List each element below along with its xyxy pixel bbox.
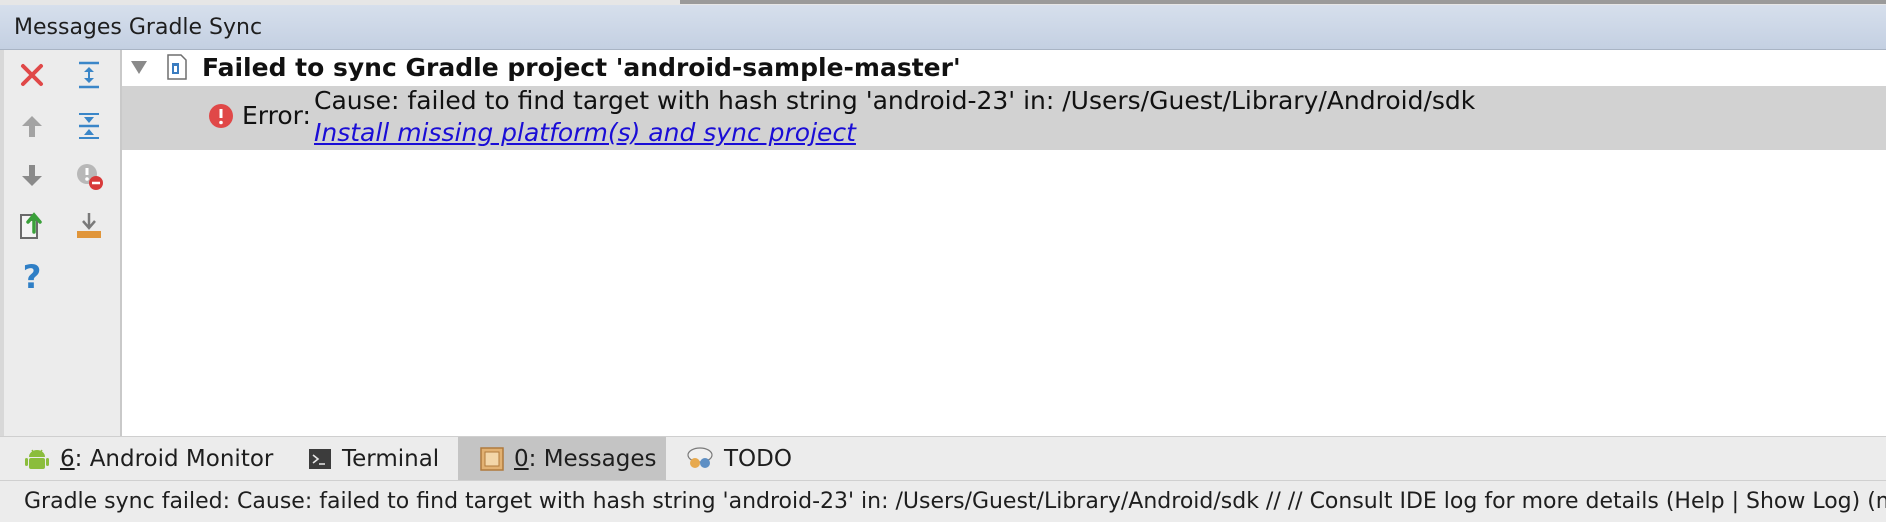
error-prefix: Error: — [242, 101, 311, 130]
download-button[interactable] — [69, 206, 109, 246]
collapse-all-button[interactable] — [69, 106, 109, 146]
previous-message-button[interactable] — [12, 106, 52, 146]
tab-android-monitor-key: 6 — [60, 445, 75, 472]
arrow-up-icon — [22, 116, 42, 137]
window-top-strip-dark — [680, 0, 1886, 4]
tool-window-tab-bar: 6: Android Monitor Terminal 0: Messages — [0, 436, 1886, 480]
help-button[interactable]: ? — [12, 257, 52, 297]
tab-messages-key: 0 — [514, 445, 529, 472]
toolbar-left-border — [0, 50, 4, 436]
tab-android-monitor-label: : Android Monitor — [74, 445, 274, 472]
terminal-icon — [308, 448, 332, 470]
next-message-button[interactable] — [12, 156, 52, 196]
tree-root-row[interactable]: Failed to sync Gradle project 'android-s… — [122, 50, 1886, 86]
tab-todo[interactable]: TODO — [686, 437, 796, 480]
tab-terminal[interactable]: Terminal — [298, 437, 458, 480]
tab-android-monitor[interactable]: 6: Android Monitor — [14, 437, 278, 480]
messages-tree: Failed to sync Gradle project 'android-s… — [122, 50, 1886, 436]
tool-window-header: Messages Gradle Sync — [0, 5, 1886, 50]
tab-messages[interactable]: 0: Messages — [458, 437, 666, 480]
error-message: Cause: failed to find target with hash s… — [314, 86, 1476, 115]
status-bar: Gradle sync failed: Cause: failed to fin… — [0, 480, 1886, 522]
messages-toolbar: ? — [0, 50, 122, 436]
expand-all-icon — [79, 61, 99, 89]
status-message[interactable]: Gradle sync failed: Cause: failed to fin… — [24, 489, 1886, 514]
collapse-all-icon — [79, 113, 99, 139]
chevron-down-icon[interactable] — [130, 60, 148, 76]
arrow-down-icon — [22, 165, 42, 186]
hide-warnings-button[interactable] — [69, 156, 109, 196]
gradle-file-icon — [167, 54, 187, 80]
help-icon: ? — [22, 258, 42, 296]
error-message-row[interactable]: Error: Cause: failed to find target with… — [122, 86, 1886, 150]
export-icon — [20, 212, 42, 239]
expand-all-button[interactable] — [69, 55, 109, 95]
tab-messages-label: : Messages — [528, 445, 657, 472]
install-platform-link[interactable]: Install missing platform(s) and sync pro… — [314, 118, 856, 147]
close-icon — [21, 64, 43, 86]
close-button[interactable] — [12, 55, 52, 95]
tool-window-title: Messages Gradle Sync — [14, 15, 263, 40]
tab-terminal-label: Terminal — [342, 445, 440, 472]
hide-warnings-icon — [77, 164, 103, 190]
download-icon — [77, 213, 101, 238]
android-icon — [24, 446, 50, 472]
todo-icon — [686, 446, 714, 472]
tree-root-label: Failed to sync Gradle project 'android-s… — [202, 53, 961, 82]
error-icon — [209, 104, 233, 128]
messages-icon — [480, 446, 504, 471]
tab-todo-label: TODO — [724, 445, 792, 472]
export-button[interactable] — [12, 206, 52, 246]
